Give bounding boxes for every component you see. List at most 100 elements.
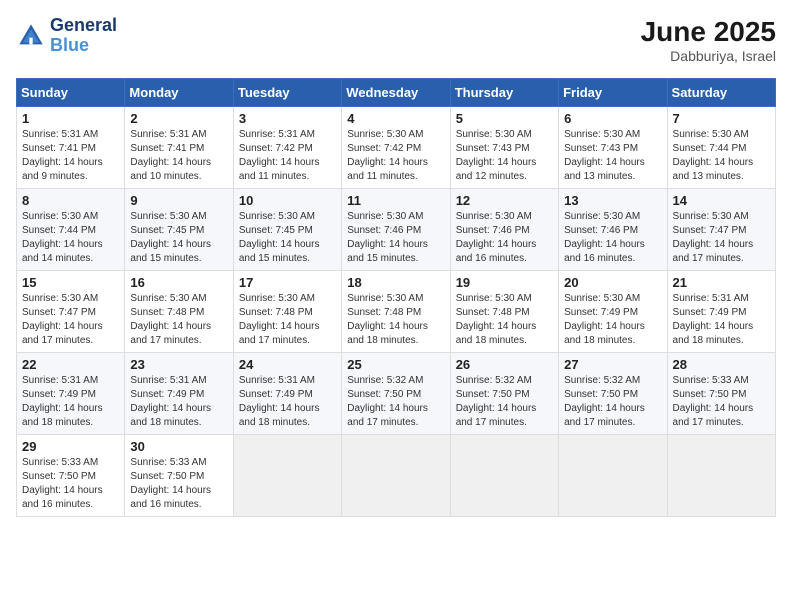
calendar-day-header: Sunday bbox=[17, 79, 125, 107]
day-number: 8 bbox=[22, 193, 119, 208]
calendar-day-header: Friday bbox=[559, 79, 667, 107]
day-info: Sunrise: 5:30 AMSunset: 7:48 PMDaylight:… bbox=[239, 292, 336, 348]
day-info: Sunrise: 5:30 AMSunset: 7:48 PMDaylight:… bbox=[130, 292, 227, 348]
day-info: Sunrise: 5:30 AMSunset: 7:43 PMDaylight:… bbox=[456, 128, 553, 184]
logo-text: General Blue bbox=[50, 16, 117, 56]
day-number: 15 bbox=[22, 275, 119, 290]
calendar-day-cell: 4 Sunrise: 5:30 AMSunset: 7:42 PMDayligh… bbox=[342, 107, 450, 189]
day-number: 20 bbox=[564, 275, 661, 290]
day-number: 16 bbox=[130, 275, 227, 290]
calendar-day-cell: 3 Sunrise: 5:31 AMSunset: 7:42 PMDayligh… bbox=[233, 107, 341, 189]
day-info: Sunrise: 5:30 AMSunset: 7:43 PMDaylight:… bbox=[564, 128, 661, 184]
calendar-day-header: Wednesday bbox=[342, 79, 450, 107]
day-info: Sunrise: 5:30 AMSunset: 7:46 PMDaylight:… bbox=[564, 210, 661, 266]
day-info: Sunrise: 5:32 AMSunset: 7:50 PMDaylight:… bbox=[347, 374, 444, 430]
day-number: 29 bbox=[22, 439, 119, 454]
month-title: June 2025 bbox=[641, 16, 776, 48]
day-number: 11 bbox=[347, 193, 444, 208]
day-info: Sunrise: 5:30 AMSunset: 7:46 PMDaylight:… bbox=[456, 210, 553, 266]
location: Dabburiya, Israel bbox=[641, 48, 776, 64]
calendar-day-cell: 9 Sunrise: 5:30 AMSunset: 7:45 PMDayligh… bbox=[125, 189, 233, 271]
calendar-day-cell bbox=[233, 435, 341, 517]
logo: General Blue bbox=[16, 16, 117, 56]
day-info: Sunrise: 5:30 AMSunset: 7:46 PMDaylight:… bbox=[347, 210, 444, 266]
calendar-day-cell: 28 Sunrise: 5:33 AMSunset: 7:50 PMDaylig… bbox=[667, 353, 775, 435]
calendar-day-cell: 7 Sunrise: 5:30 AMSunset: 7:44 PMDayligh… bbox=[667, 107, 775, 189]
day-number: 17 bbox=[239, 275, 336, 290]
calendar-week-row: 29 Sunrise: 5:33 AMSunset: 7:50 PMDaylig… bbox=[17, 435, 776, 517]
day-info: Sunrise: 5:33 AMSunset: 7:50 PMDaylight:… bbox=[673, 374, 770, 430]
logo-icon bbox=[16, 21, 46, 51]
calendar-week-row: 8 Sunrise: 5:30 AMSunset: 7:44 PMDayligh… bbox=[17, 189, 776, 271]
calendar-day-cell: 17 Sunrise: 5:30 AMSunset: 7:48 PMDaylig… bbox=[233, 271, 341, 353]
calendar-day-header: Monday bbox=[125, 79, 233, 107]
calendar-day-cell: 10 Sunrise: 5:30 AMSunset: 7:45 PMDaylig… bbox=[233, 189, 341, 271]
calendar-week-row: 1 Sunrise: 5:31 AMSunset: 7:41 PMDayligh… bbox=[17, 107, 776, 189]
calendar-day-cell: 23 Sunrise: 5:31 AMSunset: 7:49 PMDaylig… bbox=[125, 353, 233, 435]
day-number: 7 bbox=[673, 111, 770, 126]
calendar-day-cell: 25 Sunrise: 5:32 AMSunset: 7:50 PMDaylig… bbox=[342, 353, 450, 435]
day-info: Sunrise: 5:30 AMSunset: 7:48 PMDaylight:… bbox=[456, 292, 553, 348]
day-number: 10 bbox=[239, 193, 336, 208]
day-info: Sunrise: 5:32 AMSunset: 7:50 PMDaylight:… bbox=[564, 374, 661, 430]
calendar-week-row: 15 Sunrise: 5:30 AMSunset: 7:47 PMDaylig… bbox=[17, 271, 776, 353]
calendar-day-cell bbox=[667, 435, 775, 517]
day-info: Sunrise: 5:31 AMSunset: 7:49 PMDaylight:… bbox=[239, 374, 336, 430]
day-info: Sunrise: 5:31 AMSunset: 7:41 PMDaylight:… bbox=[22, 128, 119, 184]
calendar-day-cell: 22 Sunrise: 5:31 AMSunset: 7:49 PMDaylig… bbox=[17, 353, 125, 435]
day-number: 26 bbox=[456, 357, 553, 372]
calendar-day-cell: 30 Sunrise: 5:33 AMSunset: 7:50 PMDaylig… bbox=[125, 435, 233, 517]
calendar-day-cell: 16 Sunrise: 5:30 AMSunset: 7:48 PMDaylig… bbox=[125, 271, 233, 353]
calendar-day-cell: 18 Sunrise: 5:30 AMSunset: 7:48 PMDaylig… bbox=[342, 271, 450, 353]
day-number: 18 bbox=[347, 275, 444, 290]
day-number: 19 bbox=[456, 275, 553, 290]
day-number: 13 bbox=[564, 193, 661, 208]
day-info: Sunrise: 5:30 AMSunset: 7:47 PMDaylight:… bbox=[673, 210, 770, 266]
day-info: Sunrise: 5:30 AMSunset: 7:48 PMDaylight:… bbox=[347, 292, 444, 348]
calendar-day-cell bbox=[342, 435, 450, 517]
day-info: Sunrise: 5:30 AMSunset: 7:42 PMDaylight:… bbox=[347, 128, 444, 184]
calendar-table: SundayMondayTuesdayWednesdayThursdayFrid… bbox=[16, 78, 776, 517]
day-number: 22 bbox=[22, 357, 119, 372]
calendar-day-cell bbox=[450, 435, 558, 517]
calendar-day-cell: 2 Sunrise: 5:31 AMSunset: 7:41 PMDayligh… bbox=[125, 107, 233, 189]
calendar-day-cell: 1 Sunrise: 5:31 AMSunset: 7:41 PMDayligh… bbox=[17, 107, 125, 189]
day-number: 3 bbox=[239, 111, 336, 126]
day-info: Sunrise: 5:31 AMSunset: 7:42 PMDaylight:… bbox=[239, 128, 336, 184]
day-number: 6 bbox=[564, 111, 661, 126]
day-info: Sunrise: 5:32 AMSunset: 7:50 PMDaylight:… bbox=[456, 374, 553, 430]
page-header: General Blue June 2025 Dabburiya, Israel bbox=[16, 16, 776, 64]
day-info: Sunrise: 5:31 AMSunset: 7:49 PMDaylight:… bbox=[130, 374, 227, 430]
day-info: Sunrise: 5:30 AMSunset: 7:47 PMDaylight:… bbox=[22, 292, 119, 348]
calendar-day-header: Thursday bbox=[450, 79, 558, 107]
calendar-day-cell: 5 Sunrise: 5:30 AMSunset: 7:43 PMDayligh… bbox=[450, 107, 558, 189]
day-info: Sunrise: 5:30 AMSunset: 7:49 PMDaylight:… bbox=[564, 292, 661, 348]
day-info: Sunrise: 5:33 AMSunset: 7:50 PMDaylight:… bbox=[22, 456, 119, 512]
day-info: Sunrise: 5:31 AMSunset: 7:41 PMDaylight:… bbox=[130, 128, 227, 184]
calendar-day-cell: 20 Sunrise: 5:30 AMSunset: 7:49 PMDaylig… bbox=[559, 271, 667, 353]
calendar-day-cell: 8 Sunrise: 5:30 AMSunset: 7:44 PMDayligh… bbox=[17, 189, 125, 271]
calendar-day-cell: 24 Sunrise: 5:31 AMSunset: 7:49 PMDaylig… bbox=[233, 353, 341, 435]
calendar-day-header: Tuesday bbox=[233, 79, 341, 107]
day-number: 2 bbox=[130, 111, 227, 126]
day-number: 4 bbox=[347, 111, 444, 126]
day-info: Sunrise: 5:30 AMSunset: 7:45 PMDaylight:… bbox=[239, 210, 336, 266]
day-info: Sunrise: 5:30 AMSunset: 7:44 PMDaylight:… bbox=[22, 210, 119, 266]
calendar-day-cell: 15 Sunrise: 5:30 AMSunset: 7:47 PMDaylig… bbox=[17, 271, 125, 353]
calendar-day-cell: 14 Sunrise: 5:30 AMSunset: 7:47 PMDaylig… bbox=[667, 189, 775, 271]
day-number: 12 bbox=[456, 193, 553, 208]
day-number: 1 bbox=[22, 111, 119, 126]
day-number: 25 bbox=[347, 357, 444, 372]
calendar-day-cell: 6 Sunrise: 5:30 AMSunset: 7:43 PMDayligh… bbox=[559, 107, 667, 189]
calendar-day-cell: 27 Sunrise: 5:32 AMSunset: 7:50 PMDaylig… bbox=[559, 353, 667, 435]
calendar-day-cell: 19 Sunrise: 5:30 AMSunset: 7:48 PMDaylig… bbox=[450, 271, 558, 353]
calendar-day-cell: 26 Sunrise: 5:32 AMSunset: 7:50 PMDaylig… bbox=[450, 353, 558, 435]
day-number: 24 bbox=[239, 357, 336, 372]
day-info: Sunrise: 5:33 AMSunset: 7:50 PMDaylight:… bbox=[130, 456, 227, 512]
day-number: 28 bbox=[673, 357, 770, 372]
day-number: 14 bbox=[673, 193, 770, 208]
calendar-day-cell bbox=[559, 435, 667, 517]
day-number: 30 bbox=[130, 439, 227, 454]
calendar-day-header: Saturday bbox=[667, 79, 775, 107]
calendar-header-row: SundayMondayTuesdayWednesdayThursdayFrid… bbox=[17, 79, 776, 107]
